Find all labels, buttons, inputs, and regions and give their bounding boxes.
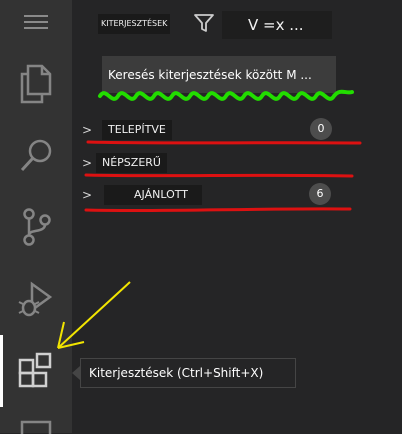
source-control-icon[interactable] xyxy=(0,205,72,249)
search-icon[interactable] xyxy=(0,136,72,176)
section-recommended[interactable]: > AJÁNLOTT 6 xyxy=(72,183,402,211)
section-label-recommended: AJÁNLOTT xyxy=(104,185,202,205)
count-badge: 0 xyxy=(310,118,332,140)
section-installed[interactable]: > TELEPÍTVE 0 xyxy=(72,118,402,146)
explorer-icon[interactable] xyxy=(0,62,72,106)
section-popular[interactable]: > NÉPSZERŰ xyxy=(72,151,402,179)
extension-search-input[interactable] xyxy=(102,56,336,93)
extensions-icon[interactable] xyxy=(0,351,72,391)
extensions-tooltip: Kiterjesztések (Ctrl+Shift+X) xyxy=(80,358,296,388)
section-label-installed: TELEPÍTVE xyxy=(102,120,172,140)
menu-icon[interactable] xyxy=(0,12,72,32)
chevron-right-icon: > xyxy=(82,188,93,202)
section-label-popular: NÉPSZERŰ xyxy=(96,153,167,173)
views-and-more-actions[interactable]: V =x ... xyxy=(222,11,332,39)
count-badge: 6 xyxy=(309,183,331,205)
sidebar-title: KITERJESZTÉSEK xyxy=(98,14,171,34)
tooltip-arrow xyxy=(72,366,80,380)
filter-icon[interactable] xyxy=(193,12,215,38)
chevron-right-icon: > xyxy=(82,156,93,170)
run-debug-icon[interactable] xyxy=(0,280,72,320)
remote-icon[interactable] xyxy=(0,420,72,434)
activity-bar xyxy=(0,0,72,434)
chevron-right-icon: > xyxy=(82,123,93,137)
